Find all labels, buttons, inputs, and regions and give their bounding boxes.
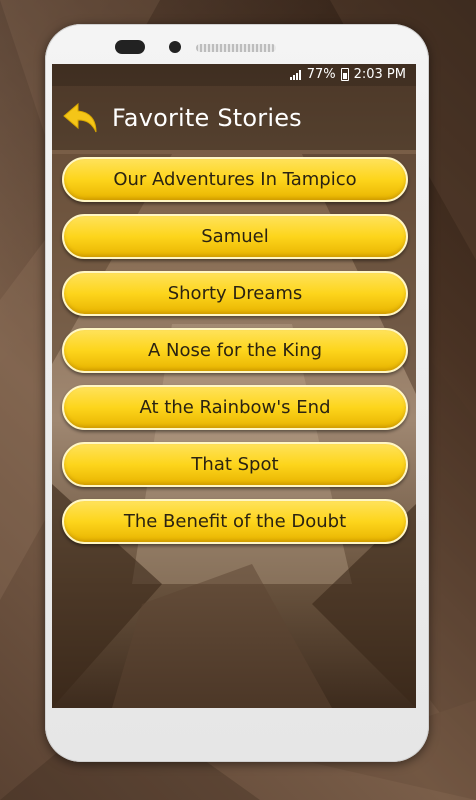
- story-button[interactable]: Our Adventures In Tampico: [62, 157, 408, 202]
- story-button[interactable]: A Nose for the King: [62, 328, 408, 373]
- story-button[interactable]: At the Rainbow's End: [62, 385, 408, 430]
- app-bar: Favorite Stories: [52, 86, 416, 150]
- story-button[interactable]: Samuel: [62, 214, 408, 259]
- back-arrow-icon: [63, 102, 97, 133]
- front-camera: [115, 40, 145, 54]
- status-bar: 77% 2:03 PM: [52, 64, 416, 86]
- story-button[interactable]: That Spot: [62, 442, 408, 487]
- story-button[interactable]: The Benefit of the Doubt: [62, 499, 408, 544]
- app-screen: 77% 2:03 PM Favorite Stories Our Adventu…: [52, 64, 416, 708]
- page-title: Favorite Stories: [112, 104, 302, 132]
- earpiece-speaker: [196, 44, 276, 52]
- battery-percent: 77%: [306, 67, 336, 82]
- story-list: Our Adventures In Tampico Samuel Shorty …: [62, 157, 408, 556]
- proximity-sensor: [169, 41, 181, 53]
- clock: 2:03 PM: [353, 67, 406, 82]
- back-button[interactable]: [62, 100, 100, 136]
- battery-icon: [340, 68, 349, 81]
- signal-icon: [289, 69, 302, 80]
- story-button[interactable]: Shorty Dreams: [62, 271, 408, 316]
